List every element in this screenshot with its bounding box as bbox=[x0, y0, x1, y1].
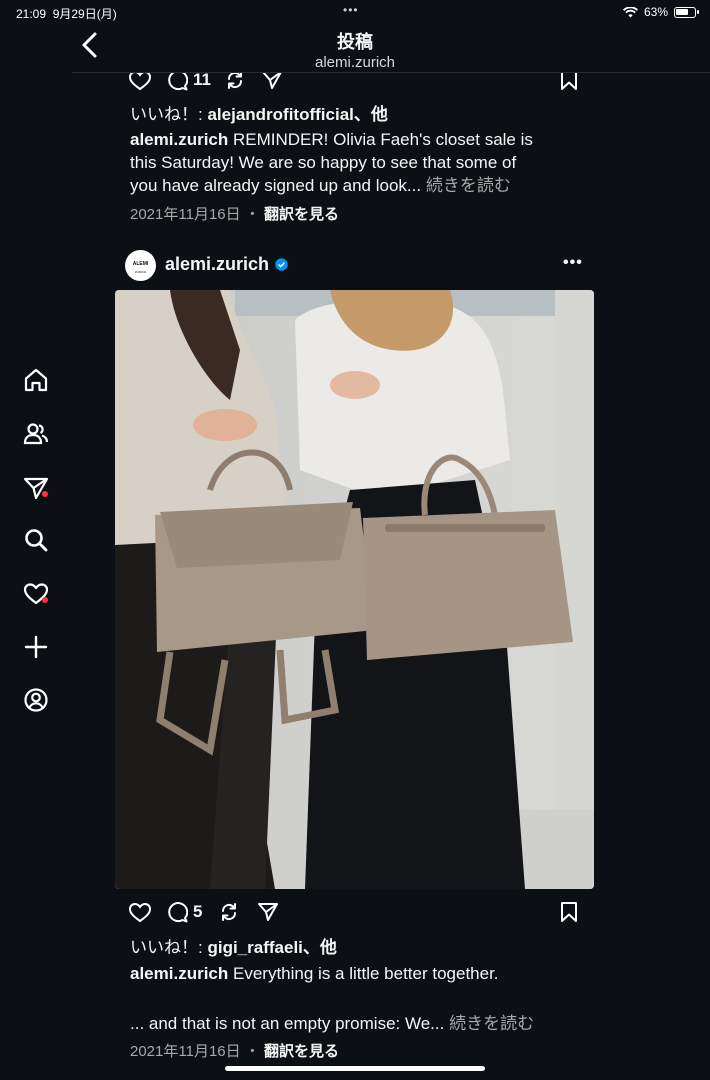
post2-more-link[interactable]: 続きを読む bbox=[449, 1014, 534, 1033]
battery-icon bbox=[674, 6, 699, 18]
comment-icon[interactable] bbox=[166, 73, 188, 91]
sidebar-search[interactable] bbox=[22, 526, 50, 554]
sidebar-activity[interactable] bbox=[22, 580, 50, 608]
sidebar-home[interactable] bbox=[22, 366, 50, 394]
page-title: 投稿 bbox=[337, 32, 373, 52]
post2-avatar[interactable]: ALEMI ZURICH bbox=[125, 250, 156, 281]
status-bar: 21:09 9月29日(月) ••• 63% bbox=[0, 0, 710, 24]
wifi-icon bbox=[622, 6, 638, 17]
more-options-icon[interactable]: ••• bbox=[563, 254, 583, 272]
sidebar-create[interactable] bbox=[22, 633, 50, 661]
messages-icon bbox=[23, 477, 49, 500]
sidebar-profiles[interactable] bbox=[22, 420, 50, 448]
post2-actions: 5 bbox=[0, 901, 710, 925]
profile-icon bbox=[24, 688, 48, 712]
post1-caption: alemi.zurich REMINDER! Olivia Faeh's clo… bbox=[130, 130, 533, 195]
notification-dot bbox=[42, 597, 48, 603]
status-date: 9月29日(月) bbox=[52, 7, 117, 21]
verified-badge-icon bbox=[275, 258, 288, 271]
post2-username[interactable]: alemi.zurich bbox=[165, 254, 269, 275]
profiles-icon bbox=[23, 423, 49, 445]
post2-meta: 2021年11月16日 ・ 翻訳を見る bbox=[130, 1043, 340, 1060]
post2-photo[interactable] bbox=[115, 290, 594, 889]
post1-date: 2021年11月16日 bbox=[130, 206, 241, 223]
post2-likes-user[interactable]: gigi_raffaeli bbox=[207, 938, 302, 957]
share-icon[interactable] bbox=[261, 73, 283, 91]
post2-likes: いいね！: gigi_raffaeli、他 bbox=[130, 938, 337, 957]
heart-icon bbox=[23, 583, 49, 605]
post2-comment-count: 5 bbox=[193, 902, 203, 921]
share-icon[interactable] bbox=[257, 901, 279, 923]
multitask-dots-icon[interactable]: ••• bbox=[343, 3, 359, 17]
comment-icon[interactable] bbox=[166, 901, 188, 923]
page-subtitle: alemi.zurich bbox=[314, 54, 396, 71]
home-indicator[interactable] bbox=[225, 1066, 485, 1071]
repost-icon[interactable] bbox=[224, 73, 246, 91]
post1-caption-user[interactable]: alemi.zurich bbox=[130, 130, 228, 149]
post1-more-link[interactable]: 続きを読む bbox=[426, 176, 511, 195]
bookmark-icon[interactable] bbox=[558, 73, 580, 91]
post2-caption: alemi.zurich Everything is a little bett… bbox=[130, 964, 499, 983]
post1-likes-user[interactable]: alejandrofitofficial bbox=[207, 105, 353, 124]
bookmark-icon[interactable] bbox=[558, 901, 580, 923]
post2-caption-cont: ... and that is not an empty promise: We… bbox=[130, 1014, 535, 1033]
post1-comment-count: 11 bbox=[193, 73, 211, 89]
post1-actions: 11 bbox=[0, 73, 710, 91]
home-icon bbox=[24, 368, 48, 392]
like-icon[interactable] bbox=[128, 901, 152, 923]
post2-date: 2021年11月16日 bbox=[130, 1043, 241, 1060]
plus-icon bbox=[24, 635, 48, 659]
notification-dot bbox=[42, 491, 48, 497]
post1-meta: 2021年11月16日 ・ 翻訳を見る bbox=[130, 206, 340, 223]
post2-caption-user[interactable]: alemi.zurich bbox=[130, 964, 228, 983]
search-icon bbox=[25, 529, 48, 552]
post2-translate-link[interactable]: 翻訳を見る bbox=[264, 1043, 339, 1060]
post1-likes: いいね！: alejandrofitofficial、他 bbox=[130, 105, 388, 124]
post1-translate-link[interactable]: 翻訳を見る bbox=[264, 206, 339, 223]
battery-percent: 63% bbox=[643, 5, 668, 19]
sidebar-messages[interactable] bbox=[22, 474, 50, 502]
sidebar-profile[interactable] bbox=[22, 686, 50, 714]
status-time: 21:09 bbox=[16, 7, 47, 21]
like-icon[interactable] bbox=[128, 73, 152, 91]
repost-icon[interactable] bbox=[218, 901, 240, 923]
